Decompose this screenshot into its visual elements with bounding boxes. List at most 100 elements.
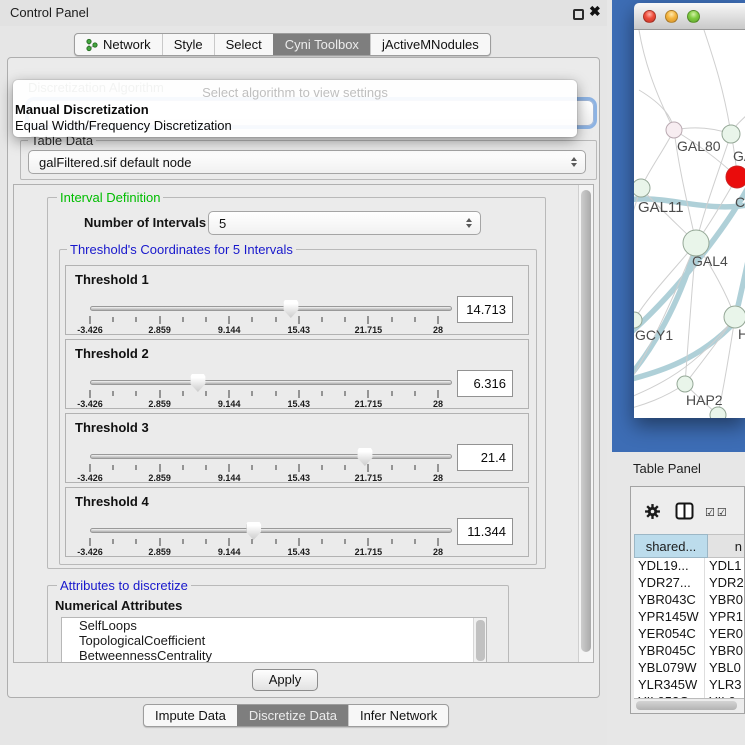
- table-body: YDL19...YDL1YDR27...YDR2YBR043CYBR0YPR14…: [634, 558, 744, 698]
- tab-discretize-data[interactable]: Discretize Data: [237, 705, 348, 726]
- tab-select[interactable]: Select: [214, 34, 273, 55]
- float-window-icon[interactable]: [573, 9, 584, 20]
- threshold-3-panel: Threshold 3 -3.4262.8599.14415.4321.7152…: [65, 413, 529, 483]
- threshold-4-slider-track[interactable]: [90, 528, 452, 533]
- tick-mark: [90, 390, 91, 398]
- apply-button[interactable]: Apply: [252, 669, 318, 691]
- close-icon[interactable]: ✖: [589, 3, 601, 20]
- cell-shared-name[interactable]: YBR043C: [634, 592, 705, 609]
- tab-infer-network[interactable]: Infer Network: [348, 705, 448, 726]
- cell-shared-name[interactable]: YBR045C: [634, 643, 705, 660]
- cell-shared-name[interactable]: YDR27...: [634, 575, 705, 592]
- table-row[interactable]: YPR145WYPR1: [634, 609, 744, 626]
- threshold-2-slider-track[interactable]: [90, 380, 452, 385]
- tab-label: Style: [174, 34, 203, 55]
- cell-shared-name[interactable]: YER054C: [634, 626, 705, 643]
- column-header-shared-name[interactable]: shared...: [634, 534, 708, 558]
- scrollbar-thumb[interactable]: [581, 190, 591, 652]
- node-label: H: [738, 326, 745, 342]
- cell-name[interactable]: YBL0: [705, 660, 744, 677]
- tick-mark: [90, 464, 91, 472]
- cell-shared-name[interactable]: YPR145W: [634, 609, 705, 626]
- attribute-item[interactable]: BetweennessCentrality: [62, 648, 486, 663]
- table-row[interactable]: YBR043CYBR0: [634, 592, 744, 609]
- threshold-3-slider-thumb[interactable]: [357, 448, 372, 466]
- attribute-item[interactable]: SelfLoops: [62, 618, 486, 633]
- cell-shared-name[interactable]: YDL19...: [634, 558, 705, 575]
- threshold-1-slider-track[interactable]: [90, 306, 452, 311]
- node-red-selected[interactable]: [726, 166, 745, 188]
- table-row[interactable]: YDL19...YDL1: [634, 558, 744, 575]
- settings-scrollbar[interactable]: [578, 185, 593, 662]
- cell-name[interactable]: YER0: [705, 626, 744, 643]
- split-columns-icon[interactable]: [675, 502, 694, 520]
- tab-label: Cyni Toolbox: [285, 34, 359, 55]
- node-gal11[interactable]: [634, 179, 650, 197]
- cell-name[interactable]: YDR2: [705, 575, 744, 592]
- tab-cyni-toolbox[interactable]: Cyni Toolbox: [273, 34, 370, 55]
- gear-icon[interactable]: [644, 503, 661, 520]
- tick-mark: [368, 538, 369, 546]
- tick-mark: [391, 317, 392, 322]
- threshold-3-value-field[interactable]: 21.4: [457, 444, 513, 471]
- cell-name[interactable]: YDL1: [705, 558, 744, 575]
- cell-shared-name[interactable]: YBL079W: [634, 660, 705, 677]
- threshold-4-value-field[interactable]: 11.344: [457, 518, 513, 545]
- threshold-2-slider-thumb[interactable]: [190, 374, 205, 392]
- table-row[interactable]: YDR27...YDR2: [634, 575, 744, 592]
- cell-name[interactable]: YPR1: [705, 609, 744, 626]
- node-h[interactable]: [724, 306, 745, 328]
- threshold-1-panel: Threshold 1 -3.4262.8599.14415.4321.7152…: [65, 265, 529, 335]
- table-toolbar: ☑☑: [631, 487, 744, 533]
- table-header-row: shared... n: [634, 534, 744, 558]
- tab-style[interactable]: Style: [162, 34, 214, 55]
- tab-impute-data[interactable]: Impute Data: [144, 705, 237, 726]
- tick-mark: [275, 317, 276, 322]
- table-row[interactable]: YER054CYER0: [634, 626, 744, 643]
- column-header-name[interactable]: n: [708, 534, 744, 558]
- node-hap2[interactable]: [677, 376, 693, 392]
- tick-mark: [345, 391, 346, 396]
- combo-spinner-icon: [463, 218, 475, 228]
- table-horizontal-scrollbar[interactable]: [634, 698, 744, 712]
- threshold-1-slider-thumb[interactable]: [283, 300, 298, 318]
- zoom-traffic-light-icon[interactable]: [687, 10, 700, 23]
- threshold-2-value-field[interactable]: 6.316: [457, 370, 513, 397]
- table-data-combobox[interactable]: galFiltered.sif default node: [28, 150, 586, 174]
- node-label: GAL11: [638, 199, 684, 216]
- tick-label: 21.715: [355, 325, 383, 335]
- tab-jactivemnodules[interactable]: jActiveMNodules: [370, 34, 490, 55]
- node-ga[interactable]: [722, 125, 740, 143]
- attributes-list-scrollbar[interactable]: [473, 618, 486, 663]
- cell-shared-name[interactable]: YLR345W: [634, 677, 705, 694]
- attribute-item[interactable]: TopologicalCoefficient: [62, 633, 486, 648]
- table-row[interactable]: YBR045CYBR0: [634, 643, 744, 660]
- node-gal80[interactable]: [666, 122, 682, 138]
- network-canvas[interactable]: GAL80 GA C GAL11 GAL4 GCY1 H HAP2: [634, 30, 745, 418]
- tick-label: 28: [433, 473, 443, 483]
- cell-name[interactable]: YBR0: [705, 592, 744, 609]
- dropdown-option-equal-width[interactable]: Equal Width/Frequency Discretization: [15, 118, 232, 133]
- table-panel-title: Table Panel: [633, 461, 701, 476]
- tick-label: 9.144: [218, 547, 241, 557]
- table-row[interactable]: YLR345WYLR3: [634, 677, 744, 694]
- minimize-traffic-light-icon[interactable]: [665, 10, 678, 23]
- threshold-1-value-field[interactable]: 14.713: [457, 296, 513, 323]
- scrollbar-thumb[interactable]: [636, 701, 737, 710]
- close-traffic-light-icon[interactable]: [643, 10, 656, 23]
- node-partial[interactable]: [710, 407, 726, 418]
- tick-mark: [298, 464, 299, 472]
- threshold-4-slider-thumb[interactable]: [246, 522, 261, 540]
- cell-name[interactable]: YBR0: [705, 643, 744, 660]
- scrollbar-thumb[interactable]: [476, 620, 485, 661]
- number-of-intervals-combobox[interactable]: 5: [208, 211, 481, 235]
- table-row[interactable]: YBL079WYBL0: [634, 660, 744, 677]
- threshold-3-slider-track[interactable]: [90, 454, 452, 459]
- dropdown-prompt-item[interactable]: Select algorithm to view settings: [13, 85, 577, 100]
- tab-network[interactable]: Network: [75, 34, 162, 55]
- numerical-attributes-label: Numerical Attributes: [55, 598, 182, 613]
- dropdown-option-manual-discretization[interactable]: Manual Discretization: [15, 102, 149, 117]
- tick-mark: [90, 316, 91, 324]
- cell-name[interactable]: YLR3: [705, 677, 744, 694]
- select-columns-checkboxes-icon[interactable]: ☑☑: [705, 506, 729, 519]
